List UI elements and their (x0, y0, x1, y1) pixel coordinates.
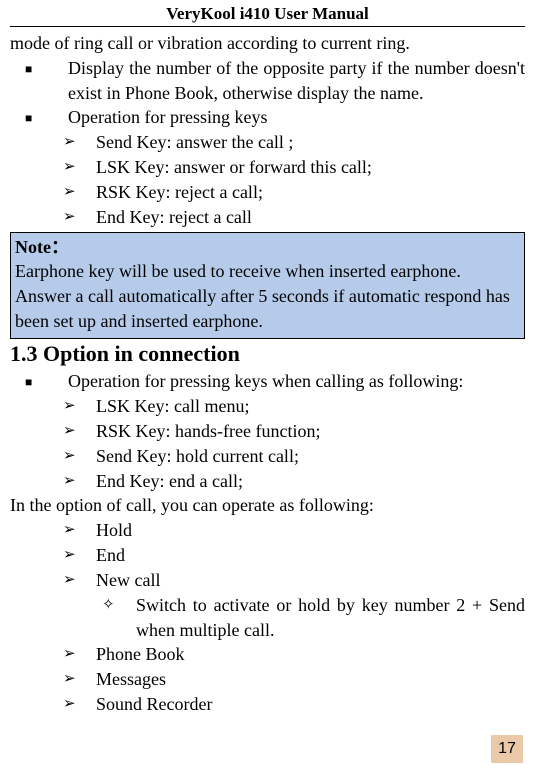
sub-bullet-item: End Key: end a call; (10, 469, 525, 494)
sub-bullet-item: Messages (10, 667, 525, 692)
sub-bullet-item: Send Key: answer the call ; (10, 130, 525, 155)
mid-line: In the option of call, you can operate a… (10, 493, 525, 518)
sub-bullet-item: RSK Key: hands-free function; (10, 419, 525, 444)
note-line-1: Earphone key will be used to receive whe… (15, 261, 461, 281)
sub-bullet-list-1: Send Key: answer the call ; LSK Key: ans… (10, 130, 525, 229)
diamond-bullet-item: Switch to activate or hold by key number… (10, 593, 525, 643)
section-heading: 1.3 Option in connection (10, 339, 525, 369)
primary-bullet-list-1: Display the number of the opposite party… (10, 56, 525, 130)
sub-bullet-item: Phone Book (10, 642, 525, 667)
bullet-item: Operation for pressing keys when calling… (10, 369, 525, 394)
page-number: 17 (491, 735, 523, 763)
sub-bullet-list-4: Phone Book Messages Sound Recorder (10, 642, 525, 716)
bullet-item: Operation for pressing keys (10, 105, 525, 130)
sub-bullet-item: Hold (10, 518, 525, 543)
header-rule (10, 26, 525, 27)
note-label: Note： (15, 237, 69, 257)
primary-bullet-list-2: Operation for pressing keys when calling… (10, 369, 525, 394)
sub-bullet-item: Send Key: hold current call; (10, 444, 525, 469)
sub-bullet-item: LSK Key: call menu; (10, 394, 525, 419)
sub-bullet-item: End Key: reject a call (10, 205, 525, 230)
bullet-item: Display the number of the opposite party… (10, 56, 525, 106)
page-header-title: VeryKool i410 User Manual (10, 0, 525, 26)
sub-bullet-item: End (10, 543, 525, 568)
page-container: VeryKool i410 User Manual mode of ring c… (0, 0, 535, 717)
sub-bullet-item: New call (10, 568, 525, 593)
sub-bullet-list-3: Hold End New call (10, 518, 525, 592)
sub-bullet-item: Sound Recorder (10, 692, 525, 717)
sub-bullet-item: LSK Key: answer or forward this call; (10, 155, 525, 180)
content-area: mode of ring call or vibration according… (10, 31, 525, 717)
diamond-bullet-list: Switch to activate or hold by key number… (10, 593, 525, 643)
intro-line: mode of ring call or vibration according… (10, 31, 525, 56)
note-line-2: Answer a call automatically after 5 seco… (15, 286, 510, 331)
sub-bullet-list-2: LSK Key: call menu; RSK Key: hands-free … (10, 394, 525, 493)
sub-bullet-item: RSK Key: reject a call; (10, 180, 525, 205)
note-box: Note： Earphone key will be used to recei… (10, 232, 525, 339)
